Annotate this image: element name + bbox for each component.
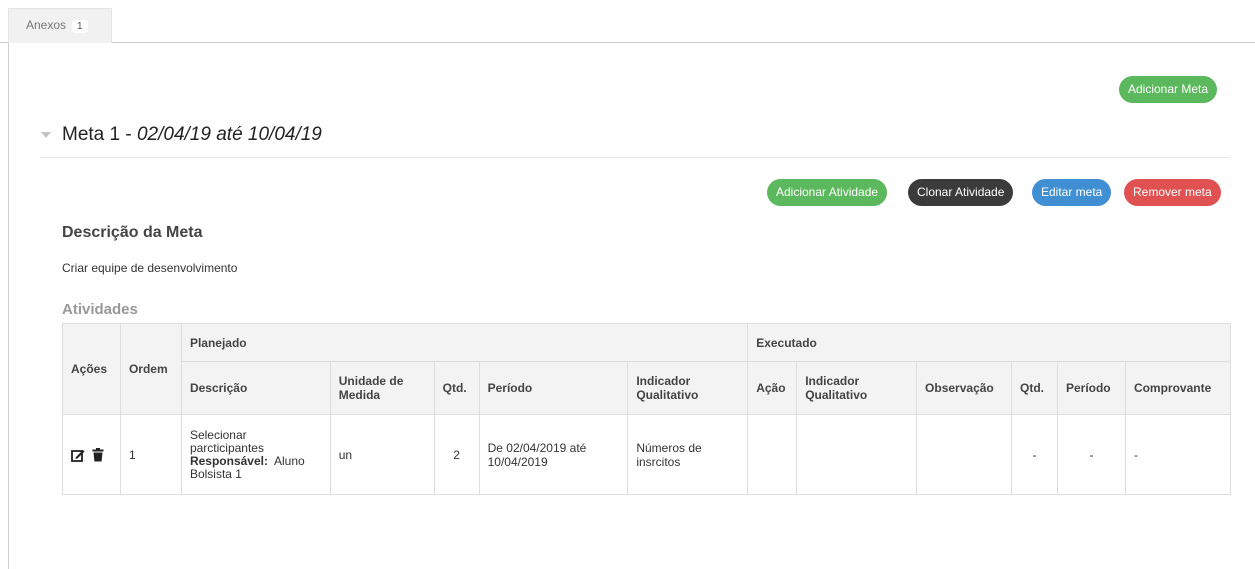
cell-unidade: un [329, 414, 435, 495]
col-group-planejado: Planejado [180, 323, 749, 362]
trash-icon[interactable] [91, 447, 105, 462]
cell-ordem: 1 [119, 414, 182, 495]
cell-qtd-exec: - [1011, 414, 1058, 495]
edit-icon[interactable] [71, 448, 85, 462]
col-observacao: Observação [916, 361, 1012, 415]
meta-dates: 02/04/19 até 10/04/19 [136, 124, 322, 145]
cell-qtd: 2 [433, 414, 480, 495]
meta-header[interactable]: Meta 1 - 02/04/19 até 10/04/19 [40, 120, 1230, 158]
caret-down-icon[interactable] [41, 132, 51, 138]
header-row-columns: Descrição Unidade de Medida Qtd. Período… [63, 361, 1232, 415]
header-row-groups: Ações Ordem Planejado Executado [62, 323, 1231, 415]
meta-description-heading: Descrição da Meta [62, 224, 203, 241]
clone-activity-button[interactable]: Clonar Atividade [908, 179, 1014, 206]
cell-actions [62, 414, 121, 495]
col-periodo-exec: Período [1056, 361, 1126, 415]
cell-observacao [916, 414, 1012, 495]
col-qtd: Qtd. [433, 361, 480, 415]
col-acao: Ação [747, 361, 798, 415]
meta-description: Criar equipe de desenvolvimento [62, 261, 238, 275]
tab-label: Anexos [26, 18, 67, 32]
remove-meta-button[interactable]: Remover meta [1124, 179, 1221, 206]
cell-indicador: Números de insrcitos [627, 414, 749, 495]
meta-name: Meta 1 [62, 124, 121, 145]
col-descricao: Descrição [180, 361, 331, 415]
meta-separator: - [120, 124, 137, 145]
cell-periodo-exec: - [1056, 414, 1126, 495]
tab-anexos[interactable]: Anexos 1 [8, 8, 112, 43]
activities-table: Ações Ordem Planejado Executado Descriçã… [62, 323, 1232, 495]
col-comprovante: Comprovante [1124, 361, 1232, 415]
cell-comprovante: - [1124, 414, 1232, 495]
meta-title: Meta 1 - 02/04/19 até 10/04/19 [62, 124, 322, 146]
cell-acao [747, 414, 798, 495]
cell-indicador-exec [796, 414, 918, 495]
col-periodo: Período [478, 361, 629, 415]
tab-bar: Anexos 1 [0, 0, 1255, 43]
col-unidade: Unidade de Medida [329, 361, 435, 415]
col-indicador-exec: Indicador Qualitativo [796, 361, 918, 415]
tab-badge: 1 [72, 20, 88, 33]
activities-heading: Atividades [62, 301, 138, 318]
table-row: 1 Selecionar parcticipantes Responsável:… [62, 414, 1232, 495]
edit-meta-button[interactable]: Editar meta [1032, 179, 1112, 206]
add-meta-button[interactable]: Adicionar Meta [1119, 76, 1218, 103]
col-indicador: Indicador Qualitativo [627, 361, 749, 415]
col-acoes: Ações [62, 323, 121, 415]
col-group-executado: Executado [747, 323, 1231, 362]
col-qtd-exec: Qtd. [1011, 361, 1058, 415]
cell-periodo: De 02/04/2019 até 10/04/2019 [478, 414, 629, 495]
col-ordem: Ordem [119, 323, 182, 415]
activity-description: Selecionar parcticipantes [189, 427, 264, 455]
cell-descricao: Selecionar parcticipantes Responsável: A… [180, 414, 331, 495]
add-activity-button[interactable]: Adicionar Atividade [767, 179, 888, 206]
responsible-label: Responsável: [189, 453, 268, 468]
